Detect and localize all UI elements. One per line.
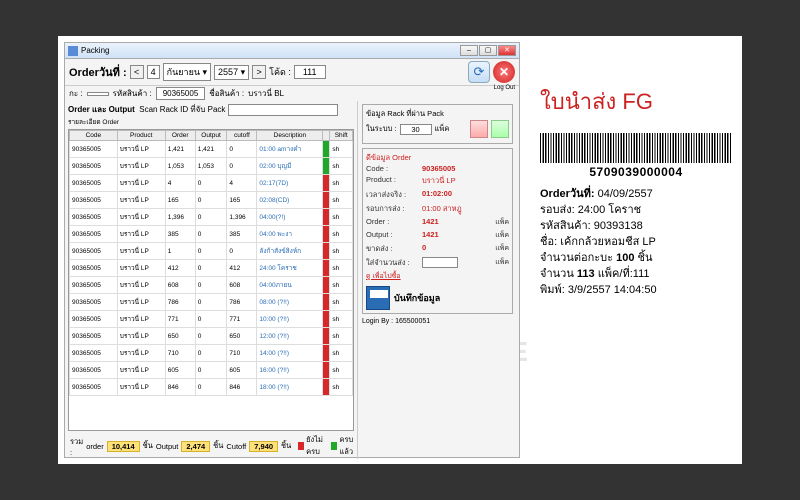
table-row[interactable]: 90365005บราวนี่ LP605060516:00 (?!!)sh	[70, 362, 353, 379]
close-button[interactable]: ✕	[498, 45, 516, 56]
rack-icon-2[interactable]	[491, 120, 509, 138]
next-day-button[interactable]: >	[252, 65, 266, 79]
detail-order: 1421	[422, 217, 439, 228]
detail-code: 90365005	[422, 164, 455, 173]
save-icon[interactable]	[366, 286, 390, 310]
detail-box: ดีข้อมูล Order Code :90365005 Product :บ…	[362, 148, 513, 314]
titlebar: Packing – ▢ ✕	[65, 43, 519, 59]
order-date-label: Orderวันที่ :	[69, 63, 127, 81]
fg-label: ใบนำส่ง FG 5709039000004 Orderวันที่: 04…	[540, 84, 732, 299]
header-row: Orderวันที่ : < 4 กันยายน ▾ 2557 ▾ > โค้…	[65, 59, 519, 86]
logout-button[interactable]: ✕	[493, 61, 515, 83]
table-row[interactable]: 90365005บราวนี่ LP412041224:00 โคราชsh	[70, 260, 353, 277]
detail-output: 1421	[422, 230, 439, 241]
table-row[interactable]: 90365005บราวนี่ LP385038504:00 พะงาsh	[70, 226, 353, 243]
barcode-number: 5709039000004	[540, 165, 732, 179]
insys-field[interactable]: 30	[400, 124, 432, 135]
order-table[interactable]: CodeProductOrderOutputcutoffDescriptionS…	[68, 129, 354, 431]
detail-round: 01:00 สาหฎู	[422, 203, 462, 215]
detail-product: บราวนี่ LP	[422, 175, 456, 187]
total-cutoff: 7,940	[249, 441, 278, 452]
login-by: Login By : 165500051	[362, 318, 513, 325]
prodname-label: ชื่อสินค้า :	[209, 87, 244, 100]
shift-field[interactable]	[87, 92, 109, 96]
prev-day-button[interactable]: <	[130, 65, 144, 79]
prodcode-label: รหัสสินค้า :	[113, 87, 152, 100]
code-label: โค้ด :	[269, 65, 291, 79]
prodname-field[interactable]: บราวนี่ BL	[248, 87, 284, 100]
table-row[interactable]: 90365005บราวนี่ LP786078608:00 (?!!)sh	[70, 294, 353, 311]
legend-red-icon	[298, 442, 304, 450]
detail-time: 01:02:00	[422, 189, 452, 201]
right-pane: ข้อมูล Rack ที่ผ่าน Pack ในระบบ : 30 แพ็…	[357, 101, 517, 459]
left-pane: Order และ Output Scan Rack ID ที่จับ Pac…	[65, 101, 357, 459]
prodcode-field[interactable]: 90365005	[156, 87, 206, 100]
detail-link[interactable]: ดู เพื่อไปซื้อ	[366, 271, 509, 282]
legend-green-icon	[331, 442, 337, 450]
window-title: Packing	[81, 46, 109, 55]
table-row[interactable]: 90365005บราวนี่ LP1,39601,39604:00(?!)sh	[70, 209, 353, 226]
packing-window: Packing – ▢ ✕ Orderวันที่ : < 4 กันยายน …	[64, 42, 520, 458]
scan-input[interactable]	[228, 104, 338, 116]
rack-icon[interactable]	[470, 120, 488, 138]
filter-row: กะ : รหัสสินค้า : 90365005 ชื่อสินค้า : …	[65, 86, 519, 101]
table-row[interactable]: 90365005บราวนี่ LP1,4211,421001:00 amางค…	[70, 141, 353, 158]
totals-row: รวม : order 10,414 ชิ้น Output 2,474 ชิ้…	[68, 431, 354, 461]
label-title: ใบนำส่ง FG	[540, 84, 732, 119]
scan-label: Scan Rack ID ที่จับ Pack	[139, 105, 225, 114]
left-header: Order และ Output	[68, 105, 135, 114]
table-row[interactable]: 90365005บราวนี่ LP608060804:00ภายนsh	[70, 277, 353, 294]
month-field[interactable]: กันยายน ▾	[163, 63, 211, 81]
detail-remain: 0	[422, 243, 426, 255]
detail-header: ดีข้อมูล Order	[366, 152, 509, 164]
left-sub: รายละเอียด Order	[68, 117, 354, 127]
table-row[interactable]: 90365005บราวนี่ LP100ลังก้าสังข์สิงห์กsh	[70, 243, 353, 260]
shift-label: กะ :	[69, 87, 83, 100]
rack-header: ข้อมูล Rack ที่ผ่าน Pack	[366, 108, 509, 120]
table-row[interactable]: 90365005บราวนี่ LP710071014:00 (?!!)sh	[70, 345, 353, 362]
total-output: 2,474	[181, 441, 210, 452]
app-icon	[68, 46, 78, 56]
putaway-input[interactable]	[422, 257, 458, 268]
table-row[interactable]: 90365005บราวนี่ LP40402:17(7D)sh	[70, 175, 353, 192]
minimize-button[interactable]: –	[460, 45, 478, 56]
table-row[interactable]: 90365005บราวนี่ LP771077110:00 (?!!)sh	[70, 311, 353, 328]
refresh-button[interactable]: ⟳	[468, 61, 490, 83]
save-button[interactable]: บันทึกข้อมูล	[394, 291, 440, 305]
maximize-button[interactable]: ▢	[479, 45, 497, 56]
table-row[interactable]: 90365005บราวนี่ LP1,0531,053002:00 บุญมี…	[70, 158, 353, 175]
rack-box: ข้อมูล Rack ที่ผ่าน Pack ในระบบ : 30 แพ็…	[362, 104, 513, 144]
year-field[interactable]: 2557 ▾	[214, 65, 249, 80]
table-row[interactable]: 90365005บราวนี่ LP165016502:08(CD)sh	[70, 192, 353, 209]
barcode-icon	[540, 133, 732, 163]
total-order: 10,414	[107, 441, 140, 452]
table-row[interactable]: 90365005บราวนี่ LP846084618:00 (?!!)sh	[70, 379, 353, 396]
table-row[interactable]: 90365005บราวนี่ LP650065012:00 (?!!)sh	[70, 328, 353, 345]
logout-label: Log Out	[494, 85, 515, 91]
code-field[interactable]: 111	[294, 65, 326, 79]
day-field[interactable]: 4	[147, 65, 160, 79]
